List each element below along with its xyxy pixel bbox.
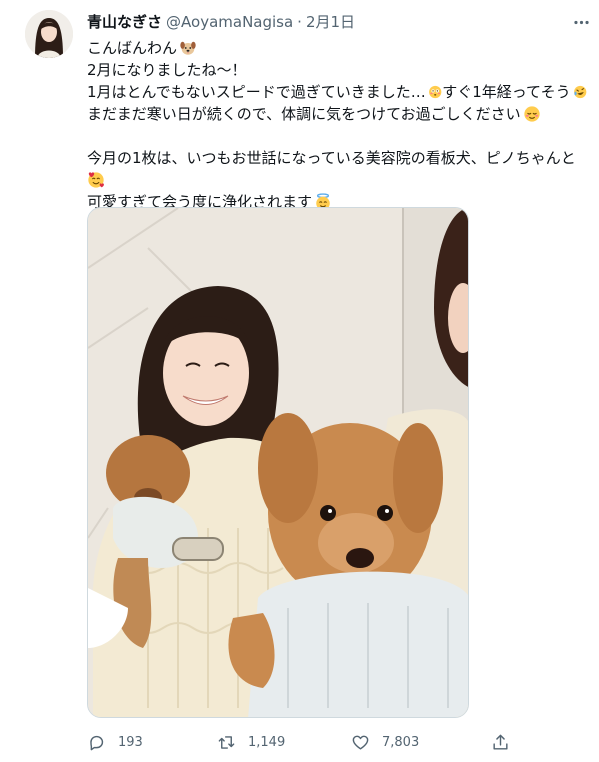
retweet-button[interactable]: 1,149 [217, 730, 285, 754]
reply-button[interactable]: 193 [87, 730, 143, 754]
tweet-text: こんばんわん 2月になりましたね〜！ 1月はとんでもないスピードで過ぎていきまし… [87, 37, 587, 213]
relieved-face-emoji-icon [524, 106, 540, 122]
reply-icon [90, 735, 104, 750]
like-button[interactable]: 7,803 [351, 730, 419, 754]
text-line-3b: すぐ1年経ってそう [442, 83, 571, 101]
text-line-2: 2月になりましたね〜！ [87, 61, 247, 79]
smiling-hearts-emoji-icon [88, 172, 104, 188]
dog-face-emoji-icon [180, 41, 196, 55]
text-line-1: こんばんわん [87, 39, 178, 57]
text-line: 2月になりましたね〜！ [87, 59, 587, 81]
text-line-3: 1月はとんでもないスピードで過ぎていきました… [87, 83, 426, 101]
more-options-button[interactable] [570, 12, 592, 32]
flushed-face-emoji-icon [428, 85, 442, 99]
tweet-header: 青山なぎさ @AoyamaNagisa · 2月1日 [87, 12, 355, 32]
rolling-laughing-emoji-icon [573, 85, 586, 99]
tweet-date[interactable]: 2月1日 [306, 12, 355, 32]
heart-icon [352, 735, 369, 750]
tweet-card: 青山なぎさ @AoyamaNagisa · 2月1日 こんばんわん 2月になりま… [0, 0, 599, 762]
text-line: 1月はとんでもないスピードで過ぎていきました… すぐ1年経ってそう [87, 81, 587, 103]
action-bar: 193 1,149 7,803 [87, 730, 517, 754]
like-count: 7,803 [382, 734, 420, 750]
text-line-5: 今月の1枚は、いつもお世話になっている美容院の看板犬、ピノちゃんと [87, 149, 576, 167]
more-icon [573, 20, 589, 24]
share-icon [493, 734, 508, 750]
text-line-4: まだまだ寒い日が続くので、体調に気をつけてお過ごしください [87, 105, 521, 123]
text-line: こんばんわん [87, 37, 587, 59]
text-line: まだまだ寒い日が続くので、体調に気をつけてお過ごしください [87, 103, 587, 125]
share-button[interactable] [491, 730, 510, 754]
text-line: 今月の1枚は、いつもお世話になっている美容院の看板犬、ピノちゃんと [87, 147, 587, 169]
reply-count: 193 [118, 734, 143, 750]
display-name[interactable]: 青山なぎさ [87, 12, 162, 32]
tweet-photo[interactable] [87, 207, 469, 718]
avatar[interactable] [25, 10, 73, 58]
separator-dot: · [297, 13, 302, 31]
retweet-icon [218, 735, 235, 749]
text-line [87, 169, 587, 191]
handle[interactable]: @AoyamaNagisa [166, 12, 293, 32]
retweet-count: 1,149 [248, 734, 286, 750]
